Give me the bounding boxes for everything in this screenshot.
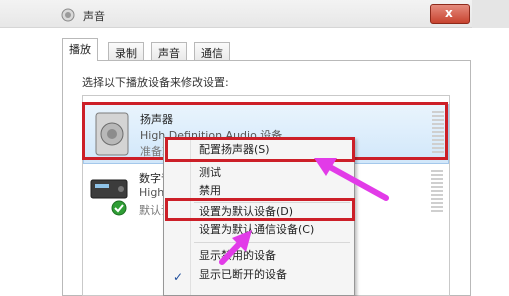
- close-button[interactable]: x: [430, 4, 470, 24]
- menu-item-test[interactable]: 测试: [164, 163, 354, 183]
- volume-level-meter: [431, 170, 443, 212]
- menu-item-set-default-communication-device[interactable]: 设置为默认通信设备(C): [164, 220, 354, 240]
- menu-item-show-disconnected-devices[interactable]: ✓ 显示已断开的设备: [164, 265, 354, 285]
- tab-playback[interactable]: 播放: [62, 38, 98, 61]
- speaker-icon: [61, 8, 75, 22]
- window-title: 声音: [83, 10, 105, 23]
- menu-separator: [194, 242, 350, 243]
- menu-item-show-disabled-devices[interactable]: 显示禁用的设备: [164, 246, 354, 266]
- checkmark-icon: ✓: [173, 270, 184, 284]
- menu-item-label: 显示已断开的设备: [199, 268, 287, 281]
- menu-highlight-set-default: [165, 198, 355, 221]
- window-edge: [472, 0, 509, 28]
- tab-recording[interactable]: 录制: [108, 42, 144, 60]
- default-check-icon: [111, 200, 127, 216]
- tab-communications[interactable]: 通信: [194, 42, 230, 60]
- close-icon: x: [445, 6, 453, 20]
- device-description: High: [139, 186, 165, 199]
- instruction-text: 选择以下播放设备来修改设置:: [82, 76, 229, 89]
- title-bar: 声音 x: [0, 0, 509, 28]
- menu-highlight-configure: [165, 137, 355, 162]
- tab-sounds[interactable]: 声音: [151, 42, 187, 60]
